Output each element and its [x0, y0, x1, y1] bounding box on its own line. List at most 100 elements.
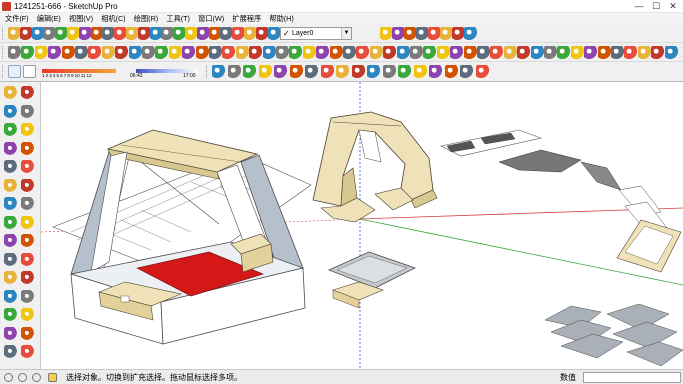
xray-icon[interactable]	[320, 65, 334, 78]
extension-tool-icon[interactable]	[369, 46, 383, 59]
standard-views-icon[interactable]	[212, 65, 225, 78]
menu-help[interactable]: 帮助(H)	[266, 13, 296, 24]
line-icon[interactable]	[19, 27, 33, 40]
extension-tool-icon[interactable]	[570, 46, 584, 59]
toolbar-grip[interactable]	[206, 65, 208, 78]
extension-tool-icon[interactable]	[48, 46, 62, 59]
extension-tool-icon[interactable]	[128, 46, 142, 59]
extension-tool-icon[interactable]	[490, 46, 504, 59]
circle-icon[interactable]	[4, 160, 17, 173]
extension-tool-icon[interactable]	[195, 46, 209, 59]
extension-tool-icon[interactable]	[383, 46, 397, 59]
rectangle-icon[interactable]	[4, 141, 17, 155]
union-icon[interactable]	[267, 27, 281, 40]
menu-tools[interactable]: 工具(T)	[163, 13, 193, 24]
tape-icon[interactable]	[4, 252, 17, 266]
textured-icon[interactable]	[398, 65, 411, 78]
extension-tool-icon[interactable]	[289, 46, 303, 59]
extension-tool-icon[interactable]	[61, 46, 75, 59]
layout-icon[interactable]	[475, 65, 489, 78]
menu-camera[interactable]: 相机(C)	[98, 13, 128, 24]
extension-tool-icon[interactable]	[101, 46, 115, 59]
text-icon[interactable]	[21, 252, 34, 266]
menu-extensions[interactable]: 扩展程序	[229, 13, 264, 24]
shadow-time-slider[interactable]: 06:43 17:00	[130, 64, 200, 80]
zoom-icon[interactable]	[4, 308, 17, 321]
zoom-extents-icon[interactable]	[21, 308, 34, 321]
monochrome-icon[interactable]	[413, 65, 427, 78]
close-button[interactable]: ✕	[665, 0, 681, 12]
paint-bucket-icon[interactable]	[4, 104, 17, 118]
outer-shell-icon[interactable]	[255, 27, 269, 40]
select-icon[interactable]	[4, 86, 17, 99]
walk-icon[interactable]	[4, 326, 17, 340]
left-icon[interactable]	[305, 65, 318, 78]
axes-icon[interactable]	[137, 27, 151, 40]
top-icon[interactable]	[243, 65, 256, 78]
extension-tool-icon[interactable]	[664, 46, 678, 59]
menu-file[interactable]: 文件(F)	[2, 13, 32, 24]
extension-tool-icon[interactable]	[155, 46, 169, 59]
follow-me-icon[interactable]	[21, 215, 34, 229]
shadow-date-slider[interactable]: 1 2 3 4 5 6 7 8 9 10 11 12	[34, 64, 120, 80]
extension-icon[interactable]	[460, 65, 473, 78]
soften-icon[interactable]	[464, 27, 477, 40]
extension-tool-icon[interactable]	[343, 46, 356, 59]
menu-window[interactable]: 窗口(W)	[195, 13, 227, 24]
line-icon[interactable]	[4, 123, 17, 136]
cut-parts-layout[interactable]	[440, 129, 683, 367]
extension-tool-icon[interactable]	[88, 46, 102, 59]
rotate-icon[interactable]	[4, 215, 17, 229]
extension-tool-icon[interactable]	[21, 46, 35, 59]
position-camera-icon[interactable]	[21, 345, 34, 358]
extension-tool-icon[interactable]	[222, 46, 236, 59]
drawing-viewport[interactable]	[41, 82, 683, 369]
help-icon[interactable]	[48, 373, 57, 382]
extension-tool-icon[interactable]	[611, 46, 624, 59]
arc-icon[interactable]	[4, 178, 17, 192]
toolbar-grip[interactable]	[2, 46, 4, 59]
component-icon[interactable]	[429, 65, 442, 78]
back-icon[interactable]	[289, 65, 303, 78]
move-icon[interactable]	[4, 197, 17, 210]
menu-draw[interactable]: 绘图(R)	[131, 13, 161, 24]
back-edges-icon[interactable]	[336, 65, 349, 78]
extension-tool-icon[interactable]	[436, 46, 450, 59]
extension-tool-icon[interactable]	[182, 46, 196, 59]
axes-icon[interactable]	[21, 271, 34, 284]
eraser-icon[interactable]	[21, 104, 34, 118]
geolocation-icon[interactable]	[4, 373, 13, 382]
menu-view[interactable]: 视图(V)	[66, 13, 96, 24]
measurements-input[interactable]	[583, 372, 681, 383]
extension-tool-icon[interactable]	[463, 46, 477, 59]
extension-tool-icon[interactable]	[477, 46, 490, 59]
extension-tool-icon[interactable]	[557, 46, 571, 59]
extension-tool-icon[interactable]	[115, 46, 129, 59]
menu-edit[interactable]: 编辑(E)	[34, 13, 64, 24]
extension-tool-icon[interactable]	[396, 46, 410, 59]
maximize-button[interactable]: ☐	[648, 0, 664, 12]
warehouse-icon[interactable]	[444, 65, 458, 78]
extension-tool-icon[interactable]	[517, 46, 531, 59]
extension-tool-icon[interactable]	[544, 46, 557, 59]
pie-icon[interactable]	[21, 178, 34, 192]
section-plane-icon[interactable]	[4, 345, 17, 358]
front-icon[interactable]	[258, 65, 272, 78]
layer-dropdown[interactable]: ✓ Layer0 ▼	[280, 27, 352, 40]
print-bed-plate[interactable]	[327, 251, 417, 309]
extension-tool-icon[interactable]	[316, 46, 330, 59]
extension-tool-icon[interactable]	[302, 46, 316, 59]
eraser-icon[interactable]	[78, 27, 92, 40]
scale-icon[interactable]	[4, 234, 17, 247]
make-component-icon[interactable]	[21, 86, 34, 99]
extension-tool-icon[interactable]	[8, 46, 21, 59]
extension-tool-icon[interactable]	[423, 46, 437, 59]
extension-tool-icon[interactable]	[410, 46, 423, 59]
extension-tool-icon[interactable]	[503, 46, 517, 59]
extension-tool-icon[interactable]	[450, 46, 464, 59]
extension-tool-icon[interactable]	[235, 46, 249, 59]
model-scene[interactable]	[41, 82, 683, 369]
user-icon[interactable]	[32, 373, 41, 382]
freehand-icon[interactable]	[21, 123, 34, 136]
minimize-button[interactable]: —	[631, 0, 647, 12]
